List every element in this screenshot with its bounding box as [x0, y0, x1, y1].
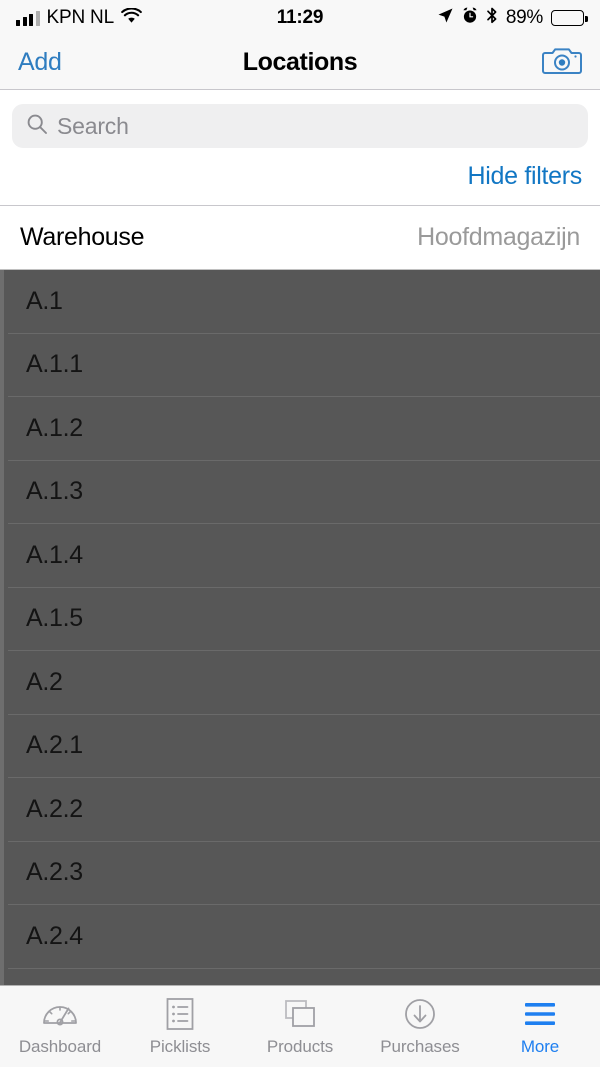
location-row[interactable]: A.2.2 [8, 778, 600, 842]
tab-label: Products [266, 1037, 334, 1056]
stacked-squares-icon [281, 996, 319, 1032]
location-name: A.2.2 [26, 794, 83, 823]
search-icon [26, 113, 48, 140]
signal-bars-icon [16, 10, 40, 26]
location-row[interactable]: A.2.4 [8, 905, 600, 969]
carrier-label: KPN NL [46, 7, 115, 28]
hamburger-icon [522, 996, 558, 1032]
add-button[interactable]: Add [18, 48, 62, 77]
status-bar-right: 89% [437, 7, 588, 29]
location-arrow-icon [437, 7, 454, 29]
camera-button[interactable] [542, 44, 582, 81]
tab-label: Dashboard [18, 1037, 102, 1056]
locations-scroll-area[interactable]: A.1 A.1.1 A.1.2 A.1.3 A.1.4 A.1.5 A.2 A.2.1 A.2.… [4, 270, 600, 985]
location-row[interactable]: A.1.5 [8, 588, 600, 651]
location-row[interactable]: A.1 [8, 270, 600, 334]
list-document-icon [163, 996, 197, 1032]
status-bar: KPN NL 11:29 89% [0, 0, 600, 36]
location-name: A.1.4 [26, 540, 83, 569]
search-section: Search [0, 90, 600, 148]
location-name: A.2.1 [26, 731, 83, 760]
location-name: A.2.3 [26, 858, 83, 887]
location-name: A.1.2 [26, 413, 83, 442]
filter-toggle-row: Hide filters [0, 148, 600, 206]
warehouse-label: Warehouse [20, 223, 145, 251]
camera-icon [542, 44, 582, 81]
tab-more[interactable]: More [480, 986, 600, 1067]
location-name: A.2.4 [26, 921, 83, 950]
tab-label: Purchases [380, 1037, 460, 1056]
wifi-icon [121, 6, 142, 29]
app-screen: KPN NL 11:29 89% Add Locations Search Hi… [0, 0, 600, 1067]
tab-picklists[interactable]: Picklists [120, 986, 240, 1067]
alarm-clock-icon [462, 7, 478, 29]
location-row[interactable]: A.1.4 [8, 524, 600, 588]
location-row[interactable]: A.1.3 [8, 461, 600, 524]
hide-filters-button[interactable]: Hide filters [468, 162, 583, 191]
gauge-icon [40, 996, 80, 1032]
location-row[interactable]: A.2 [8, 651, 600, 715]
battery-percent-label: 89% [505, 7, 543, 28]
arrow-down-circle-icon [402, 996, 438, 1032]
navigation-bar: Add Locations [0, 36, 600, 90]
tab-label: More [520, 1037, 560, 1056]
search-input[interactable]: Search [12, 104, 588, 148]
location-name: A.2 [26, 667, 63, 696]
page-title: Locations [242, 48, 358, 76]
location-name: A.1 [26, 286, 63, 315]
tab-products[interactable]: Products [240, 986, 360, 1067]
bluetooth-icon [486, 7, 498, 29]
warehouse-filter-row[interactable]: Warehouse Hoofdmagazijn [0, 206, 600, 270]
tab-dashboard[interactable]: Dashboard [0, 986, 120, 1067]
search-placeholder: Search [57, 112, 129, 139]
location-name: A.1.3 [26, 477, 83, 506]
tab-label: Picklists [149, 1037, 211, 1056]
location-row[interactable]: A.1.1 [8, 334, 600, 397]
status-bar-left: KPN NL [16, 6, 142, 29]
warehouse-value: Hoofdmagazijn [417, 223, 580, 251]
tab-bar: Dashboard Picklists Products Purchases More [0, 985, 600, 1067]
locations-list: A.1 A.1.1 A.1.2 A.1.3 A.1.4 A.1.5 A.2 A.2.1 A.2.… [0, 270, 600, 985]
battery-icon [551, 10, 588, 26]
location-name: A.1.1 [26, 350, 83, 379]
location-row[interactable]: A.2.3 [8, 842, 600, 905]
location-name: A.1.5 [26, 604, 83, 633]
location-row[interactable]: A.1.2 [8, 397, 600, 461]
tab-purchases[interactable]: Purchases [360, 986, 480, 1067]
location-row[interactable]: A.2.1 [8, 715, 600, 778]
